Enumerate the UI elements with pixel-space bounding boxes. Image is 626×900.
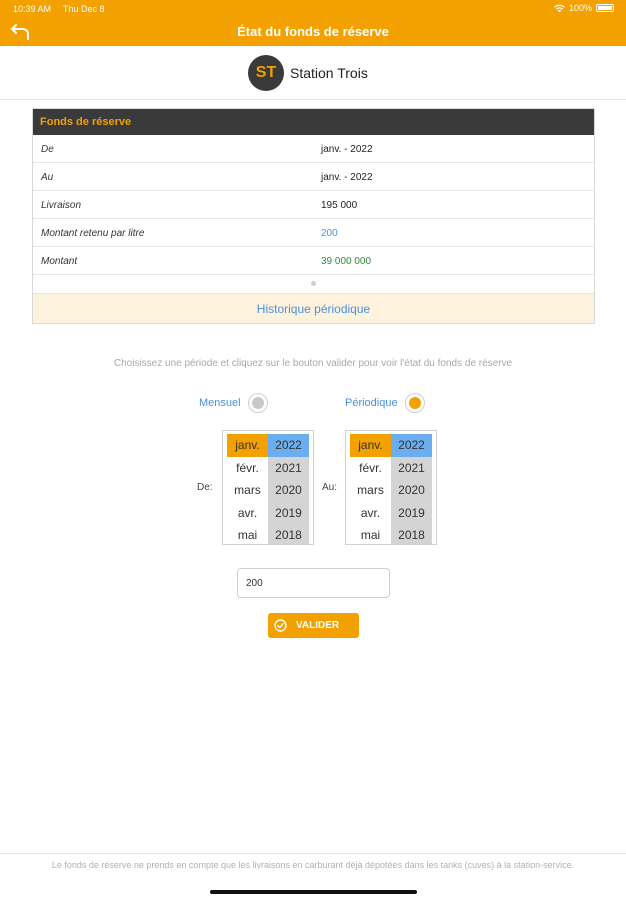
nav-bar: État du fonds de réserve (0, 18, 626, 46)
row-label: Montant (41, 256, 78, 267)
page-title: État du fonds de réserve (237, 24, 389, 39)
row-delivery: Livraison 195 000 (33, 191, 594, 219)
option-monthly-label: Mensuel (199, 397, 241, 409)
year-wheel[interactable]: 2022 2021 2020 2019 2018 (391, 434, 432, 544)
row-amount-per-liter: Montant retenu par litre 200 (33, 219, 594, 247)
year-option[interactable]: 2020 (268, 479, 309, 502)
month-wheel[interactable]: janv. févr. mars avr. mai (350, 434, 391, 544)
battery-percent: 100% (568, 3, 592, 13)
year-option[interactable]: 2019 (268, 502, 309, 525)
dot-indicator (311, 281, 316, 286)
station-header: ST Station Trois (0, 46, 626, 100)
reserve-card-title: Fonds de réserve (33, 109, 594, 135)
row-value: janv. - 2022 (321, 172, 373, 183)
station-name: Station Trois (290, 65, 368, 81)
status-date: Thu Dec 8 (63, 4, 105, 14)
year-option[interactable]: 2021 (268, 457, 309, 480)
month-option[interactable]: mars (350, 479, 391, 502)
option-periodic[interactable]: Périodique (345, 393, 425, 413)
month-option[interactable]: févr. (227, 457, 268, 480)
row-label: De (41, 144, 54, 155)
validate-label: VALIDER (296, 620, 340, 631)
row-value: 200 (321, 228, 338, 239)
year-option[interactable]: 2022 (268, 434, 309, 457)
station-logo: ST (248, 55, 284, 91)
row-value: janv. - 2022 (321, 144, 373, 155)
row-label: Montant retenu par litre (41, 228, 145, 239)
month-option[interactable]: janv. (227, 434, 268, 457)
option-periodic-label: Périodique (345, 397, 398, 409)
row-from: De janv. - 2022 (33, 135, 594, 163)
check-circle-icon (274, 619, 287, 632)
to-label: Au: (322, 482, 338, 493)
row-amount: Montant 39 000 000 (33, 247, 594, 275)
year-option[interactable]: 2018 (391, 524, 432, 544)
month-option[interactable]: mai (227, 524, 268, 544)
validate-button[interactable]: VALIDER (268, 613, 359, 638)
from-date-picker[interactable]: janv. févr. mars avr. mai 2022 2021 2020… (222, 430, 314, 545)
row-value: 39 000 000 (321, 256, 372, 267)
year-option[interactable]: 2020 (391, 479, 432, 502)
month-option[interactable]: janv. (350, 434, 391, 457)
month-option[interactable]: mars (227, 479, 268, 502)
year-option[interactable]: 2021 (391, 457, 432, 480)
reserve-card: Fonds de réserve De janv. - 2022 Au janv… (32, 108, 595, 324)
option-monthly[interactable]: Mensuel (199, 393, 268, 413)
year-wheel[interactable]: 2022 2021 2020 2019 2018 (268, 434, 309, 544)
to-date-picker[interactable]: janv. févr. mars avr. mai 2022 2021 2020… (345, 430, 437, 545)
instruction-text: Choisissez une période et cliquez sur le… (113, 358, 513, 369)
from-label: De: (197, 482, 213, 493)
month-option[interactable]: mai (350, 524, 391, 544)
status-bar: 10:39 AM Thu Dec 8 100% (0, 0, 626, 18)
month-option[interactable]: févr. (350, 457, 391, 480)
home-indicator[interactable] (210, 890, 417, 894)
year-option[interactable]: 2018 (268, 524, 309, 544)
row-label: Au (41, 172, 54, 183)
battery-icon (596, 4, 614, 12)
month-option[interactable]: avr. (227, 502, 268, 525)
row-value: 195 000 (321, 200, 358, 211)
month-wheel[interactable]: janv. févr. mars avr. mai (227, 434, 268, 544)
wifi-icon (553, 4, 565, 12)
year-option[interactable]: 2019 (391, 502, 432, 525)
row-spacer (33, 275, 594, 294)
year-option[interactable]: 2022 (391, 434, 432, 457)
history-button[interactable]: Historique périodique (33, 294, 594, 323)
status-right: 100% (553, 3, 614, 13)
row-to: Au janv. - 2022 (33, 163, 594, 191)
radio-periodic[interactable] (404, 393, 425, 413)
radio-monthly[interactable] (247, 393, 268, 413)
status-time: 10:39 AM (13, 4, 52, 14)
month-option[interactable]: avr. (350, 502, 391, 525)
footer-note: Le fonds de réserve ne prends en compte … (0, 853, 626, 871)
row-label: Livraison (41, 200, 82, 211)
amount-input[interactable]: 200 (237, 568, 390, 598)
